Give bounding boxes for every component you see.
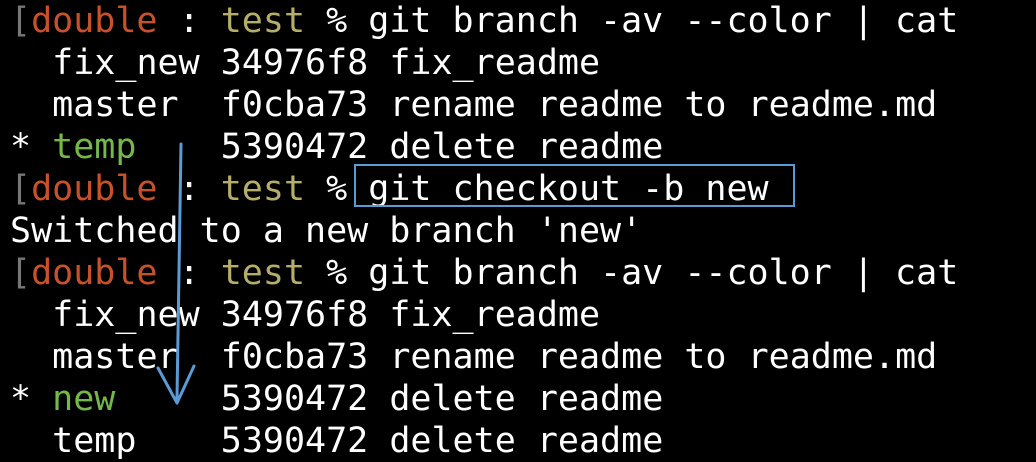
branch-name: temp [52,421,137,461]
branch-marker [10,295,31,335]
branch-name: fix_new [52,295,200,335]
branch-marker [10,85,31,125]
prompt-line: [double : test % git branch -av --color … [10,0,958,42]
branch-pad [179,85,221,125]
current-branch-marker: * [10,127,32,167]
branch-row: master f0cba73 rename readme to readme.m… [10,84,937,126]
prompt-directory: test [220,253,306,293]
branch-row: fix_new 34976f8 fix_readme [10,294,600,336]
branch-message: delete readme [389,421,664,461]
branch-hash: 5390472 [220,421,369,461]
terminal-window[interactable]: [double : test % git branch -av --color … [0,0,1036,461]
branch-message: rename readme to readme.md [389,337,938,377]
branch-message: fix_readme [389,43,601,83]
branch-message: rename readme to readme.md [389,85,938,125]
branch-hash: f0cba73 [220,85,369,125]
branch-pad [179,337,221,377]
branch-name: fix_new [52,43,200,83]
branch-message: delete readme [389,379,664,419]
branch-row: master f0cba73 rename readme to readme.m… [10,336,937,378]
branch-hash: 34976f8 [220,43,369,83]
branch-message: fix_readme [389,295,601,335]
branch-pad [200,43,221,83]
prompt-bracket: [ [10,1,32,41]
branch-hash: f0cba73 [220,337,369,377]
current-branch-marker: * [10,379,32,419]
branch-pad [200,295,221,335]
branch-row: temp 5390472 delete readme [10,420,663,462]
current-branch-name: new [52,379,116,419]
current-branch-name: temp [52,127,137,167]
branch-marker [10,421,31,461]
prompt-separator: : [157,169,221,209]
prompt-user: double [31,253,158,293]
branch-name: master [52,337,179,377]
prompt-line: [double : test % git branch -av --color … [10,252,958,294]
highlight-box [354,164,795,207]
branch-pad [115,379,220,419]
command-text: git branch -av --color | cat [368,1,959,41]
branch-hash: 5390472 [220,127,369,167]
prompt-directory: test [220,1,306,41]
prompt-symbol: % [305,1,369,41]
prompt-user: double [31,1,158,41]
branch-hash: 34976f8 [220,295,369,335]
branch-marker [10,43,31,83]
branch-marker [10,337,31,377]
prompt-bracket: [ [10,169,32,209]
branch-row-current: * new 5390472 delete readme [10,378,663,420]
command-text: git branch -av --color | cat [368,253,959,293]
prompt-user: double [31,169,158,209]
branch-pad [136,127,220,167]
branch-hash: 5390472 [220,379,369,419]
prompt-separator: : [157,1,221,41]
branch-pad [136,421,220,461]
branch-row-current: * temp 5390472 delete readme [10,126,663,168]
branch-message: delete readme [389,127,664,167]
prompt-directory: test [220,169,306,209]
prompt-bracket: [ [10,253,32,293]
branch-row: fix_new 34976f8 fix_readme [10,42,600,84]
command-output: Switched to a new branch 'new' [10,211,643,251]
prompt-symbol: % [305,253,369,293]
prompt-separator: : [157,253,221,293]
branch-name: master [52,85,179,125]
